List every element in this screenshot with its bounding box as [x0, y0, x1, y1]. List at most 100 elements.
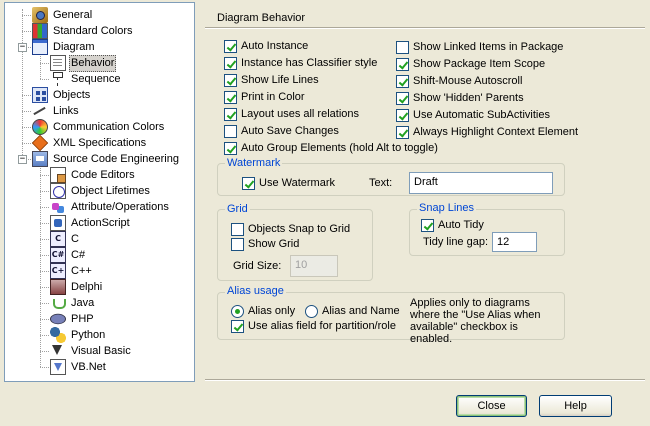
- grid-size-input: 10: [290, 255, 338, 277]
- tree-item-attribute-operations[interactable]: Attribute/Operations: [50, 199, 171, 215]
- tree-guide-line: [40, 51, 41, 79]
- tree-item-label: VB.Net: [71, 360, 106, 373]
- option-use-automatic-subactivities-checkbox[interactable]: Use Automatic SubActivities: [396, 108, 550, 122]
- tidy-gap-input[interactable]: 12: [492, 232, 537, 252]
- option-show-hidden-parents-checkbox[interactable]: Show 'Hidden' Parents: [396, 91, 524, 105]
- tree-item-c[interactable]: C+ C++: [50, 263, 94, 279]
- alias-and-name-radio[interactable]: Alias and Name: [305, 304, 400, 318]
- option-box[interactable]: [224, 39, 237, 53]
- option-box[interactable]: [224, 56, 237, 70]
- tree-item-c[interactable]: CC: [50, 231, 81, 247]
- tree-item-source-code-engineering[interactable]: Source Code Engineering: [32, 151, 181, 167]
- tidy-gap-label: Tidy line gap:: [423, 236, 489, 248]
- visual-basic-icon: [50, 343, 66, 359]
- tree-item-python[interactable]: Python: [50, 327, 107, 343]
- option-always-highlight-context-element-checkbox[interactable]: Always Highlight Context Element: [396, 125, 578, 139]
- option-auto-instance-checkbox[interactable]: Auto Instance: [224, 39, 308, 53]
- auto-tidy-box[interactable]: [421, 218, 434, 232]
- color-wheel-icon: [32, 119, 48, 135]
- tree-guide-line: [40, 255, 49, 256]
- use-watermark-checkbox[interactable]: Use Watermark: [242, 176, 335, 190]
- option-layout-uses-all-relations-checkbox[interactable]: Layout uses all relations: [224, 107, 359, 121]
- option-show-life-lines-checkbox[interactable]: Show Life Lines: [224, 73, 319, 87]
- option-box[interactable]: [224, 141, 237, 155]
- option-label: Shift-Mouse Autoscroll: [413, 75, 523, 87]
- option-box[interactable]: [396, 125, 409, 139]
- php-icon: [50, 313, 66, 325]
- auto-tidy-checkbox[interactable]: Auto Tidy: [421, 218, 484, 232]
- tree-item-links[interactable]: Links: [32, 103, 81, 119]
- section-title: Diagram Behavior: [217, 12, 306, 24]
- option-box[interactable]: [224, 73, 237, 87]
- alias-partition-box[interactable]: [231, 319, 244, 333]
- help-button[interactable]: Help: [539, 395, 612, 417]
- option-show-package-item-scope-checkbox[interactable]: Show Package Item Scope: [396, 57, 545, 71]
- alias-partition-checkbox[interactable]: Use alias field for partition/role: [231, 319, 396, 333]
- tree-item-label: Links: [53, 104, 79, 117]
- alias-only-radio-dot[interactable]: [231, 304, 244, 318]
- tree-item-php[interactable]: PHP: [50, 311, 96, 327]
- sequence-icon: [50, 71, 66, 87]
- tree-guide-line: [40, 163, 41, 367]
- alias-partition-label: Use alias field for partition/role: [248, 320, 396, 332]
- tree-item-label: Visual Basic: [71, 344, 131, 357]
- option-print-in-color-checkbox[interactable]: Print in Color: [224, 90, 305, 104]
- tree-guide-line: [40, 175, 49, 176]
- option-show-linked-items-in-package-checkbox[interactable]: Show Linked Items in Package: [396, 40, 563, 54]
- tree-guide-line: [40, 223, 49, 224]
- tree-item-communication-colors[interactable]: Communication Colors: [32, 119, 166, 135]
- option-shift-mouse-autoscroll-checkbox[interactable]: Shift-Mouse Autoscroll: [396, 74, 522, 88]
- option-instance-has-classifier-style-checkbox[interactable]: Instance has Classifier style: [224, 56, 377, 70]
- tree-item-java[interactable]: Java: [50, 295, 96, 311]
- snap-to-grid-checkbox[interactable]: Objects Snap to Grid: [231, 222, 350, 236]
- tree-guide-line: [40, 351, 49, 352]
- tree-item-label: C: [71, 232, 79, 245]
- tree-item-label: Behavior: [69, 54, 117, 72]
- grid-size-label: Grid Size:: [233, 260, 282, 272]
- show-grid-label: Show Grid: [248, 238, 300, 250]
- tree-item-objects[interactable]: Objects: [32, 87, 92, 103]
- tree-item-actionscript[interactable]: ActionScript: [50, 215, 132, 231]
- option-label: Show Package Item Scope: [413, 58, 546, 70]
- tree-guide-line: [40, 287, 49, 288]
- tree-item-general[interactable]: General: [32, 7, 94, 23]
- watermark-text-input[interactable]: Draft: [409, 172, 553, 194]
- option-box[interactable]: [396, 108, 409, 122]
- option-box[interactable]: [396, 40, 409, 54]
- grid-legend: Grid: [225, 203, 250, 216]
- alias-and-name-radio-dot[interactable]: [305, 304, 318, 318]
- tree-item-c[interactable]: C# C#: [50, 247, 87, 263]
- tree-guide-line: [40, 63, 49, 64]
- option-box[interactable]: [224, 107, 237, 121]
- tree-guide-line: [40, 79, 49, 80]
- snap-lines-group: [409, 209, 565, 256]
- options-tree[interactable]: General Standard Colors − Diagram Behavior Se…: [4, 2, 195, 382]
- option-box[interactable]: [396, 57, 409, 71]
- option-box[interactable]: [396, 91, 409, 105]
- tree-item-behavior[interactable]: Behavior: [50, 54, 117, 72]
- tree-item-standard-colors[interactable]: Standard Colors: [32, 23, 135, 39]
- tree-item-diagram[interactable]: Diagram: [32, 39, 97, 55]
- option-box[interactable]: [224, 124, 237, 138]
- attribute-icon: [50, 199, 66, 215]
- use-watermark-box[interactable]: [242, 176, 255, 190]
- tree-item-vb-net[interactable]: VB.Net: [50, 359, 108, 375]
- alias-note: Applies only to diagrams where the "Use …: [410, 297, 541, 345]
- tree-item-sequence[interactable]: Sequence: [50, 71, 123, 87]
- show-grid-box[interactable]: [231, 237, 244, 251]
- tree-item-code-editors[interactable]: Code Editors: [50, 167, 137, 183]
- tree-item-xml-specifications[interactable]: XML Specifications: [31, 134, 148, 152]
- option-auto-group-elements-hold-alt-to-toggle-checkbox[interactable]: Auto Group Elements (hold Alt to toggle): [224, 141, 438, 155]
- snap-to-grid-box[interactable]: [231, 222, 244, 236]
- option-box[interactable]: [396, 74, 409, 88]
- option-auto-save-changes-checkbox[interactable]: Auto Save Changes: [224, 124, 339, 138]
- option-box[interactable]: [224, 90, 237, 104]
- tree-collapse-icon[interactable]: −: [18, 43, 27, 52]
- tree-item-visual-basic[interactable]: Visual Basic: [50, 343, 133, 359]
- close-button[interactable]: Close: [456, 395, 527, 417]
- tree-item-object-lifetimes[interactable]: Object Lifetimes: [50, 183, 152, 199]
- tree-item-delphi[interactable]: Delphi: [50, 279, 104, 295]
- tree-collapse-icon[interactable]: −: [18, 155, 27, 164]
- show-grid-checkbox[interactable]: Show Grid: [231, 237, 299, 251]
- alias-only-radio[interactable]: Alias only: [231, 304, 295, 318]
